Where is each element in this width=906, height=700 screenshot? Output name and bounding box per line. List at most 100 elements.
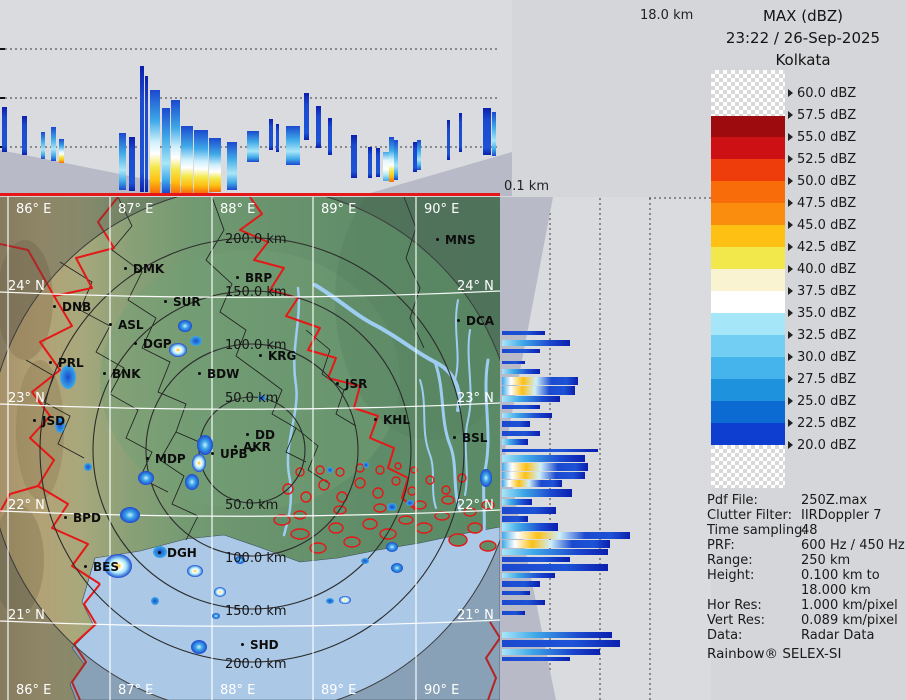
legend-entry: 57.5 dBZ: [788, 107, 857, 123]
legend-entry: 60.0 dBZ: [788, 85, 857, 101]
legend-entry-label: 55.0 dBZ: [797, 129, 857, 145]
legend-entry-label: 45.0 dBZ: [797, 217, 857, 233]
city-label-mns: MNS: [445, 233, 476, 247]
legend-tick-arrow-icon: [788, 353, 793, 361]
station-name: Kolkata: [775, 51, 831, 69]
metadata-value: 600 Hz / 450 Hz: [801, 538, 905, 553]
legend-entry-label: 27.5 dBZ: [797, 371, 857, 387]
metadata-value: Radar Data: [801, 628, 875, 643]
city-label-bnk: BNK: [112, 367, 141, 381]
legend-color-band: [711, 181, 785, 203]
axis-label-max-height: 18.0 km: [640, 8, 694, 23]
metadata-key: Range:: [707, 553, 753, 568]
legend-entry: 22.5 dBZ: [788, 415, 857, 431]
legend-color-band: [711, 291, 785, 313]
legend-entry: 50.0 dBZ: [788, 173, 857, 189]
legend-entry: 47.5 dBZ: [788, 195, 857, 211]
legend-tick-arrow-icon: [788, 199, 793, 207]
legend-entry-label: 30.0 dBZ: [797, 349, 857, 365]
latitude-label: 24° N: [8, 279, 45, 294]
legend-tick-arrow-icon: [788, 111, 793, 119]
legend-color-band: [711, 313, 785, 335]
legend-entry-label: 37.5 dBZ: [797, 283, 857, 299]
legend-entry-label: 50.0 dBZ: [797, 173, 857, 189]
range-ring-label: 50.0 km: [225, 391, 279, 406]
longitude-label: 88° E: [220, 202, 256, 217]
product-datetime: 23:22 / 26-Sep-2025: [725, 29, 881, 47]
city-dot: [49, 361, 52, 364]
longitude-label: 87° E: [118, 202, 154, 217]
city-label-bsl: BSL: [462, 431, 488, 445]
legend-entry-label: 40.0 dBZ: [797, 261, 857, 277]
legend-entry-label: 52.5 dBZ: [797, 151, 857, 167]
metadata-key: Data:: [707, 628, 743, 643]
legend-tick-arrow-icon: [788, 221, 793, 229]
city-dot: [198, 372, 201, 375]
legend-entry: 27.5 dBZ: [788, 371, 857, 387]
legend-entry-label: 22.5 dBZ: [797, 415, 857, 431]
city-label-khl: KHL: [383, 413, 410, 427]
legend-entry: 25.0 dBZ: [788, 394, 856, 409]
longitude-label: 87° E: [118, 683, 154, 698]
legend-entry-label: 47.5 dBZ: [797, 195, 857, 211]
legend-tick-arrow-icon: [788, 133, 793, 141]
city-label-jsd: JSD: [42, 414, 66, 428]
latitude-label: 22° N: [8, 498, 45, 513]
legend-entry: 37.5 dBZ: [788, 283, 857, 299]
legend-color-band: [711, 379, 785, 401]
legend-tick-arrow-icon: [788, 309, 793, 317]
longitude-label: 89° E: [321, 202, 357, 217]
city-dot: [53, 305, 56, 308]
legend-color-band: [711, 335, 785, 357]
city-label-dmk: DMK: [133, 262, 165, 276]
legend-tick-arrow-icon: [788, 243, 793, 251]
legend-tick-arrow-icon: [788, 397, 793, 405]
metadata-key: PRF:: [707, 538, 735, 553]
metadata-value: 18.000 km: [801, 583, 871, 598]
city-dot: [259, 354, 262, 357]
legend-entry-label: 35.0 dBZ: [797, 305, 857, 321]
city-label-dgh: DGH: [167, 546, 197, 560]
legend-tick-arrow-icon: [788, 375, 793, 383]
metadata-key: Height:: [707, 568, 755, 583]
longitude-label: 88° E: [220, 683, 256, 698]
city-dot: [158, 551, 161, 554]
city-dot: [336, 382, 339, 385]
legend-color-band: [711, 269, 785, 291]
city-label-jsr: JSR: [345, 377, 368, 391]
city-label-dnb: DNB: [62, 300, 92, 314]
product-title: MAX (dBZ): [762, 7, 844, 25]
range-ring-label: 50.0 km: [225, 498, 279, 513]
city-dot: [211, 452, 214, 455]
city-label-prl: PRL: [58, 356, 84, 370]
legend-entry-label: 42.5 dBZ: [797, 239, 857, 255]
city-label-bes: BES: [93, 560, 119, 574]
legend-tick-arrow-icon: [788, 89, 793, 97]
legend-entry: 35.0 dBZ: [788, 305, 857, 321]
city-label-dca: DCA: [466, 314, 495, 328]
city-dot: [84, 565, 87, 568]
city-dot: [453, 436, 456, 439]
legend-entry: 45.0 dBZ: [788, 217, 857, 233]
city-dot: [124, 267, 127, 270]
latitude-label: 21° N: [8, 608, 45, 623]
legend-below-min-swatch: [711, 445, 785, 488]
longitude-label: 90° E: [424, 683, 460, 698]
legend-entry: 42.5 dBZ: [788, 239, 857, 255]
legend-color-band: [711, 401, 785, 423]
legend-tick-arrow-icon: [788, 177, 793, 185]
legend-tick-arrow-icon: [788, 441, 793, 449]
legend-color-band: [711, 137, 785, 159]
legend-entry-label: 60.0 dBZ: [797, 85, 857, 101]
legend-color-band: [711, 247, 785, 269]
range-ring-label: 100.0 km: [225, 551, 287, 566]
metadata-value: 1.000 km/pixel: [801, 598, 898, 613]
labels-layer: MAX (dBZ) 23:22 / 26-Sep-2025 Kolkata 18…: [0, 0, 906, 700]
metadata-key: Hor Res:: [707, 598, 762, 613]
legend-entry: 20.0 dBZ: [788, 438, 856, 453]
radar-display: MAX (dBZ) 23:22 / 26-Sep-2025 Kolkata 18…: [0, 0, 906, 700]
legend-color-band: [711, 159, 785, 181]
legend-entry-label: 57.5 dBZ: [797, 107, 857, 123]
legend-entry: 52.5 dBZ: [788, 151, 857, 167]
legend-tick-arrow-icon: [788, 419, 793, 427]
